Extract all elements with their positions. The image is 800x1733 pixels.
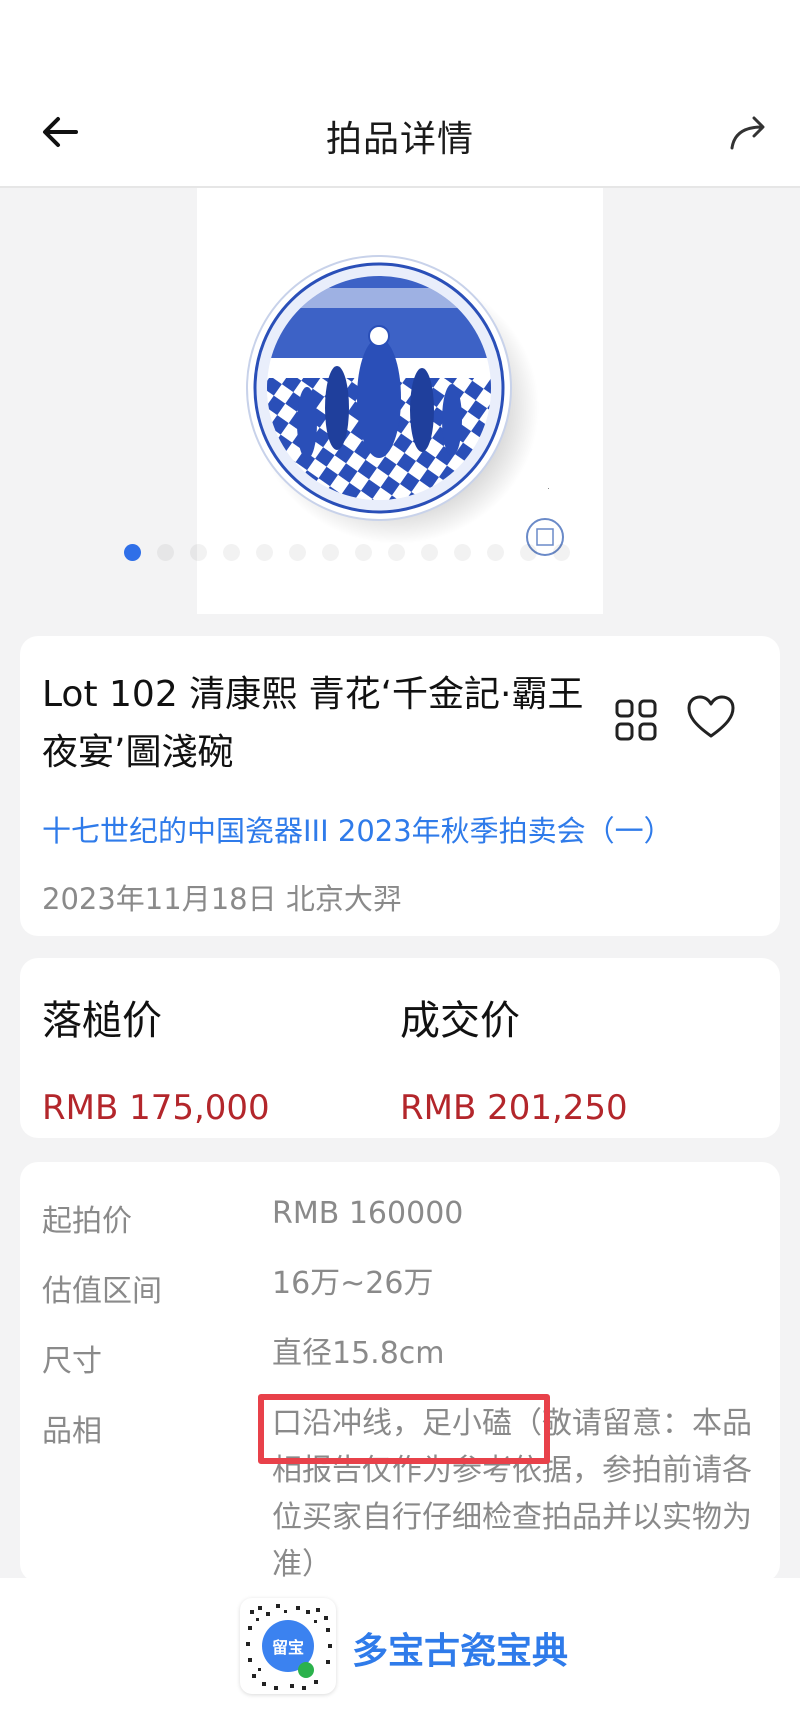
hammer-price: 落槌价 RMB 175,000	[42, 988, 270, 1128]
deal-price-label: 成交价	[400, 998, 520, 1044]
pagination-dot[interactable]	[157, 544, 174, 561]
deal-price: 成交价 RMB 201,250	[400, 988, 628, 1128]
lot-info-card: Lot 102 清康熙 青花‘千金記·霸王夜宴’圖淺碗 十七世纪的中国瓷器III…	[20, 636, 780, 936]
hammer-price-value: RMB 175,000	[42, 1088, 270, 1128]
auction-link[interactable]: 十七世纪的中国瓷器III 2023年秋季拍卖会（一）	[42, 808, 673, 850]
brand-name[interactable]: 多宝古瓷宝典	[352, 1622, 568, 1674]
hammer-price-label: 落槌价	[42, 998, 162, 1044]
pagination-dot[interactable]	[520, 544, 537, 561]
pagination-dot[interactable]	[553, 544, 570, 561]
pagination-dot[interactable]	[190, 544, 207, 561]
pagination-dot[interactable]	[355, 544, 372, 561]
size-value: 直径15.8cm	[272, 1336, 445, 1371]
grid-icon[interactable]	[614, 698, 658, 742]
details-card: 起拍价 RMB 160000 估值区间 16万~26万 尺寸 直径15.8cm …	[20, 1162, 780, 1582]
status-bar	[0, 0, 800, 76]
pagination-dot[interactable]	[289, 544, 306, 561]
pagination-dot[interactable]	[322, 544, 339, 561]
lot-title: Lot 102 清康熙 青花‘千金記·霸王夜宴’圖淺碗	[42, 674, 584, 773]
condition-highlight-text: 口沿冲线，足小磕	[272, 1406, 512, 1441]
condition-label: 品相	[42, 1414, 102, 1449]
auction-date: 2023年11月18日 北京大羿	[42, 882, 402, 916]
nav-bar: 拍品详情	[0, 76, 800, 188]
start-price-value: RMB 160000	[272, 1196, 464, 1231]
estimate-label: 估值区间	[42, 1274, 162, 1309]
pagination-dot[interactable]	[124, 544, 141, 561]
estimate-value: 16万~26万	[272, 1266, 434, 1301]
qr-code-text: 留宝	[271, 1638, 304, 1657]
pagination-dot[interactable]	[223, 544, 240, 561]
pagination-dot[interactable]	[421, 544, 438, 561]
favorite-heart-icon[interactable]	[686, 694, 736, 742]
condition-value: 口沿冲线，足小磕（敬请留意：本品相报告仅作为参考依据，参拍前请各位买家自行仔细检…	[272, 1400, 762, 1588]
pagination-dot[interactable]	[256, 544, 273, 561]
qr-code[interactable]: 留宝	[240, 1598, 336, 1694]
bottom-banner[interactable]: 留宝 多宝古瓷宝典	[0, 1578, 800, 1733]
deal-price-value: RMB 201,250	[400, 1088, 628, 1128]
page-title: 拍品详情	[325, 119, 474, 160]
price-card: 落槌价 RMB 175,000 成交价 RMB 201,250	[20, 958, 780, 1138]
share-icon[interactable]	[724, 108, 772, 156]
pagination-dot[interactable]	[454, 544, 471, 561]
pagination-dot[interactable]	[487, 544, 504, 561]
pagination-dot[interactable]	[388, 544, 405, 561]
start-price-label: 起拍价	[42, 1204, 132, 1239]
size-label: 尺寸	[42, 1344, 102, 1379]
